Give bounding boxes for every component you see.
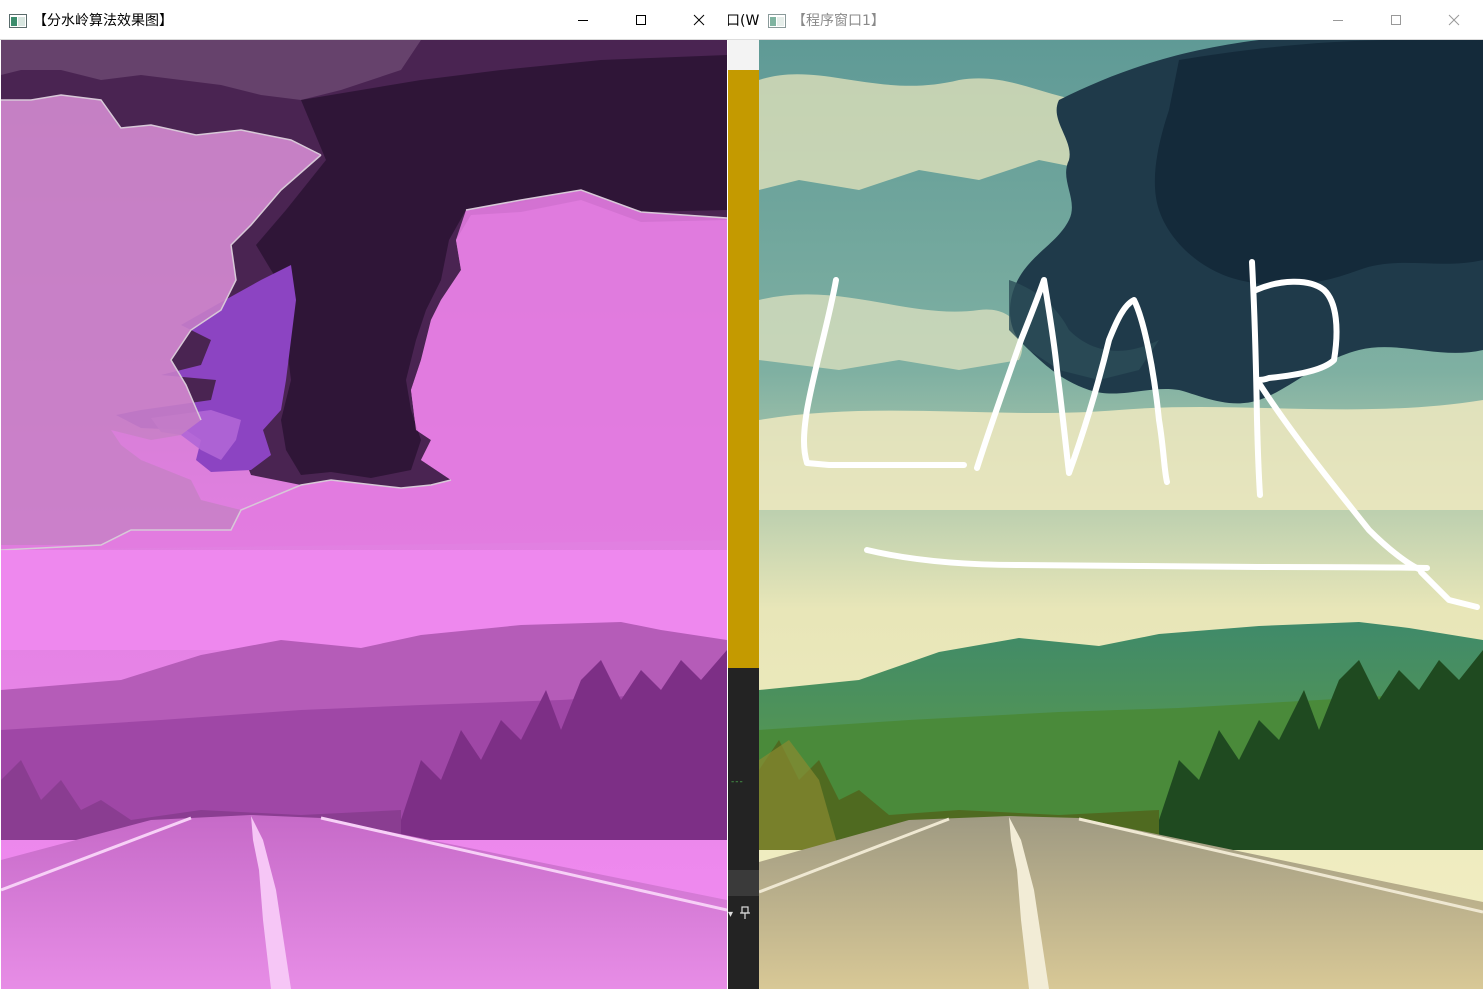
app-icon [768,13,786,28]
window-title: 【分水岭算法效果图】 [33,12,173,29]
dropdown-arrow-icon[interactable]: ▾ [728,909,733,920]
landscape-photo [759,40,1483,989]
background-window-title: 口(W [728,12,759,29]
minimize-icon [1333,19,1343,21]
window-title: 【程序窗口1】 [792,12,885,29]
minimize-button[interactable] [554,0,612,39]
background-editor-area [728,668,759,989]
maximize-button[interactable] [612,0,670,39]
watershed-image [0,40,728,989]
close-button[interactable] [670,0,728,39]
maximize-icon [1391,14,1401,25]
watershed-image-canvas[interactable] [0,40,728,989]
pin-icon[interactable] [740,906,750,920]
background-tab-band [728,870,759,896]
maximize-icon [636,14,646,25]
app-icon [9,13,27,28]
background-toolbar [728,40,759,70]
minimize-button[interactable] [1309,0,1367,39]
close-button[interactable] [1425,0,1483,39]
background-app-strip[interactable]: 口(W --- ▾ [728,0,759,989]
minimize-icon [578,19,588,21]
background-panel-gold [728,70,759,668]
program-window-1: 【程序窗口1】 [759,0,1483,989]
close-icon [1448,14,1460,25]
title-bar[interactable]: 【程序窗口1】 [759,0,1483,40]
maximize-button[interactable] [1367,0,1425,39]
drawing-canvas[interactable] [759,40,1483,989]
close-icon [693,14,705,25]
watershed-result-window: 【分水岭算法效果图】 [0,0,728,989]
green-marker: --- [731,777,744,787]
background-window-tab[interactable]: 口(W [728,0,759,40]
title-bar[interactable]: 【分水岭算法效果图】 [0,0,728,40]
